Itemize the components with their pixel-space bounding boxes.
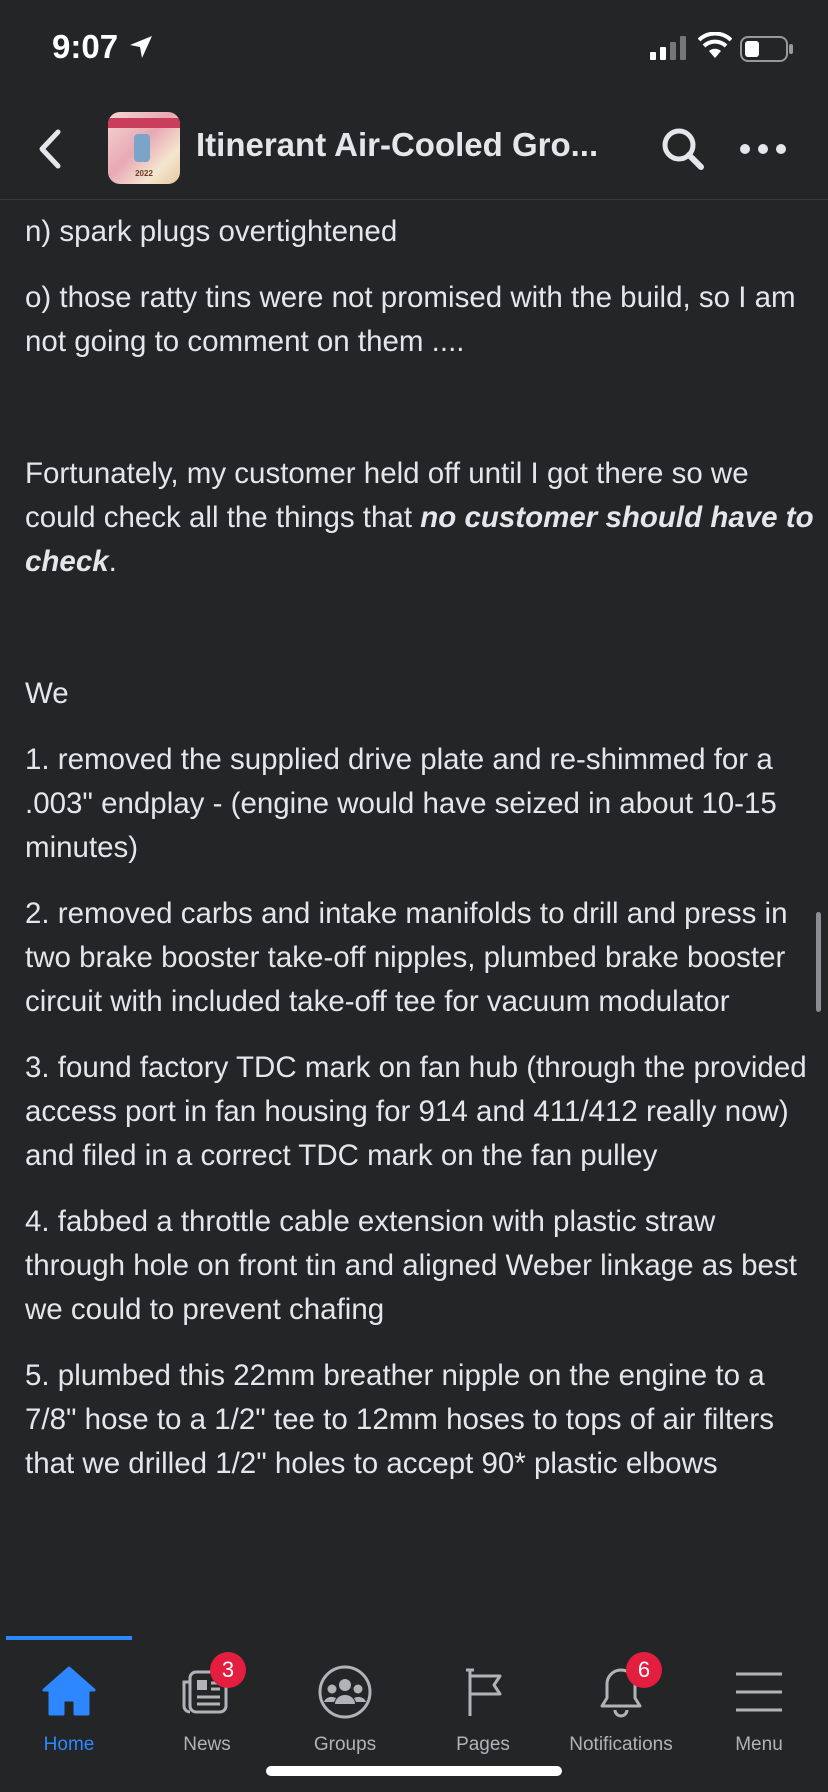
group-title[interactable]: Itinerant Air-Cooled Gro... xyxy=(196,126,626,164)
tab-label: News xyxy=(183,1734,231,1755)
notifications-badge: 6 xyxy=(626,1652,662,1688)
tab-pages[interactable]: Pages xyxy=(414,1654,552,1764)
list-item: 1. removed the supplied drive plate and … xyxy=(25,743,777,864)
post-paragraph: n) spark plugs overtightened xyxy=(25,215,398,248)
news-badge: 3 xyxy=(210,1652,246,1688)
avatar-caption: 2022 xyxy=(135,169,153,178)
tab-news[interactable]: 3 News xyxy=(138,1652,276,1764)
tab-notifications[interactable]: 6 Notifications xyxy=(552,1652,690,1764)
group-avatar[interactable]: 2022 xyxy=(108,112,180,184)
tab-label: Notifications xyxy=(569,1734,673,1755)
tab-menu[interactable]: Menu xyxy=(690,1654,828,1764)
post-paragraph: Fortunately, my customer held off until … xyxy=(25,452,815,584)
search-icon[interactable] xyxy=(660,126,706,172)
group-header: 2022 Itinerant Air-Cooled Gro... xyxy=(0,100,828,200)
tab-label: Groups xyxy=(313,1734,377,1755)
list-item: 4. fabbed a throttle cable extension wit… xyxy=(25,1205,797,1326)
more-options-icon[interactable] xyxy=(738,126,788,172)
cellular-signal-icon xyxy=(650,36,686,60)
post-body: n) spark plugs overtightened o) those ra… xyxy=(25,200,815,1636)
location-arrow-icon xyxy=(130,36,152,58)
post-paragraph: We xyxy=(25,677,69,710)
post-text: . xyxy=(108,545,117,578)
battery-icon xyxy=(740,36,793,62)
pages-flag-icon xyxy=(466,1668,502,1716)
home-indicator[interactable] xyxy=(266,1766,562,1776)
menu-icon xyxy=(736,1672,782,1712)
tab-label: Menu xyxy=(735,1734,783,1755)
back-chevron-icon[interactable] xyxy=(30,126,70,172)
scrollbar[interactable] xyxy=(816,912,821,1012)
home-icon xyxy=(42,1666,96,1716)
groups-icon xyxy=(318,1665,372,1719)
status-time: 9:07 xyxy=(52,28,119,65)
post-paragraph: o) those ratty tins were not promised wi… xyxy=(25,281,796,358)
status-bar: 9:07 xyxy=(0,0,828,100)
wifi-icon xyxy=(698,32,732,58)
tab-label: Pages xyxy=(456,1734,510,1755)
active-tab-indicator xyxy=(6,1636,132,1640)
list-item: 5. plumbed this 22mm breather nipple on … xyxy=(25,1359,775,1480)
tab-home[interactable]: Home xyxy=(0,1654,138,1764)
list-item: 2. removed carbs and intake manifolds to… xyxy=(25,897,788,1018)
tab-label: Home xyxy=(43,1734,95,1755)
tab-groups[interactable]: Groups xyxy=(276,1654,414,1764)
list-item: 3. found factory TDC mark on fan hub (th… xyxy=(25,1051,807,1172)
